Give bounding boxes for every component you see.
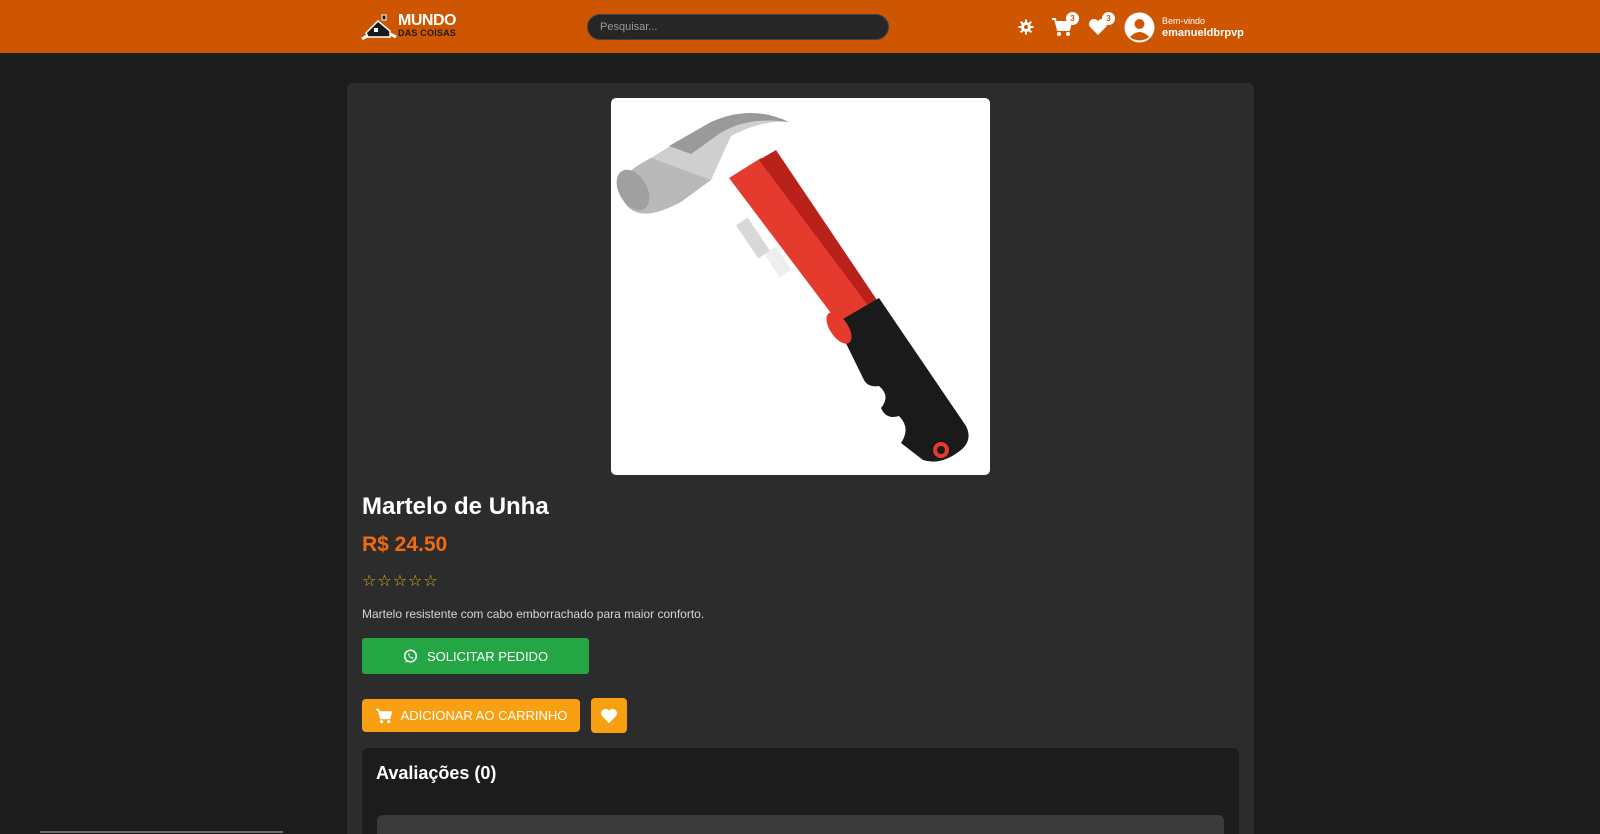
product-image bbox=[611, 98, 990, 475]
gear-icon bbox=[1018, 19, 1034, 35]
add-to-cart-label: ADICIONAR AO CARRINHO bbox=[400, 708, 568, 723]
star-icon[interactable]: ☆ bbox=[408, 573, 422, 589]
star-icon[interactable]: ☆ bbox=[377, 573, 391, 589]
add-to-favorites-button[interactable] bbox=[591, 698, 627, 733]
cart-count-badge: 3 bbox=[1066, 12, 1079, 25]
product-description: Martelo resistente com cabo emborrachado… bbox=[362, 607, 705, 621]
whatsapp-icon bbox=[403, 648, 417, 663]
reviews-title: Avaliações (0) bbox=[376, 763, 497, 783]
user-avatar-icon bbox=[1124, 12, 1155, 43]
logo-subtitle[interactable]: DAS COISAS bbox=[398, 29, 456, 38]
star-icon[interactable]: ☆ bbox=[423, 573, 437, 589]
cart-button[interactable]: 3 bbox=[1049, 12, 1079, 40]
cart-icon bbox=[375, 708, 392, 723]
request-order-label: SOLICITAR PEDIDO bbox=[426, 648, 549, 664]
hammer-image bbox=[616, 113, 969, 462]
logo-title[interactable]: MUNDO bbox=[398, 13, 456, 29]
star-icon[interactable]: ☆ bbox=[362, 573, 376, 589]
add-to-cart-button[interactable]: ADICIONAR AO CARRINHO bbox=[362, 699, 580, 732]
user-name: emanueldbrpvp bbox=[1162, 27, 1244, 39]
horizontal-scrollbar[interactable] bbox=[40, 831, 283, 833]
favorites-count-badge: 3 bbox=[1102, 12, 1115, 25]
user-greeting: Bem-vindo bbox=[1162, 16, 1206, 26]
settings-button[interactable] bbox=[1013, 14, 1039, 40]
heart-icon bbox=[601, 708, 617, 723]
search-input[interactable] bbox=[587, 14, 889, 40]
request-order-button[interactable]: SOLICITAR PEDIDO bbox=[362, 638, 589, 674]
product-title: Martelo de Unha bbox=[362, 493, 549, 520]
favorites-button[interactable]: 3 bbox=[1085, 12, 1115, 40]
star-icon[interactable]: ☆ bbox=[393, 573, 407, 589]
review-form[interactable] bbox=[377, 815, 1224, 834]
rating-stars[interactable]: ☆ ☆ ☆ ☆ ☆ bbox=[362, 573, 438, 589]
product-price: R$ 24.50 bbox=[362, 533, 448, 556]
user-menu[interactable]: Bem-vindo emanueldbrpvp bbox=[1124, 11, 1264, 43]
